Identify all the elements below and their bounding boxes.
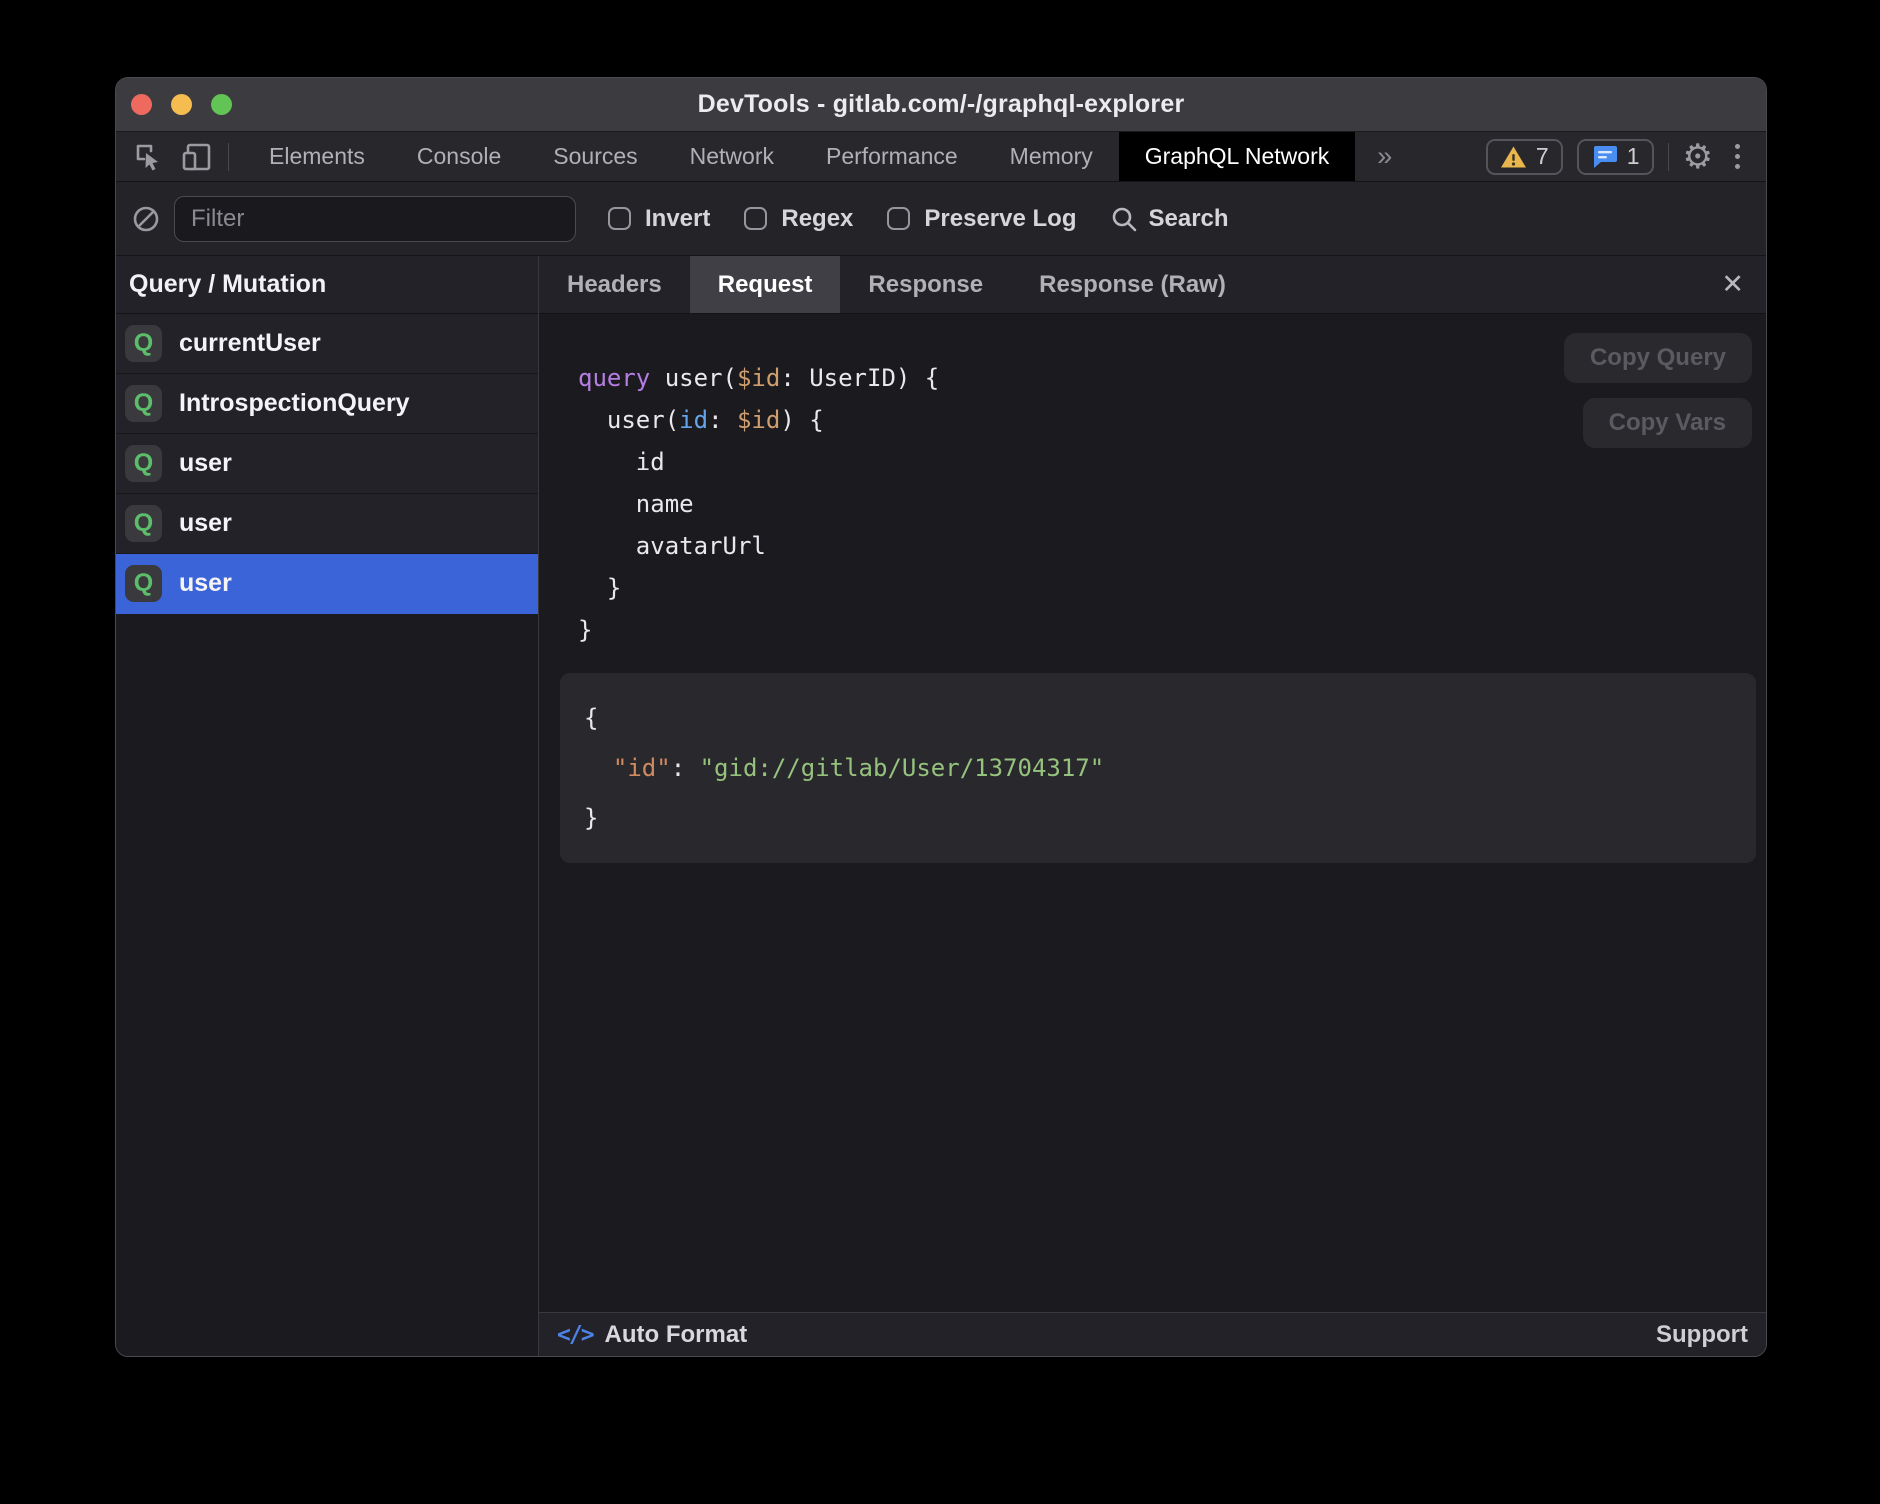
search-label: Search — [1148, 205, 1228, 233]
checkbox-invert[interactable]: Invert — [608, 205, 710, 233]
message-count: 1 — [1627, 143, 1640, 170]
checkbox-label: Preserve Log — [924, 205, 1076, 233]
code-line: "id": "gid://gitlab/User/13704317" — [584, 743, 1732, 793]
code-line: name — [578, 483, 1766, 525]
tab-graphql-network[interactable]: GraphQL Network — [1119, 132, 1356, 181]
graphql-variables-box: { "id": "gid://gitlab/User/13704317"} — [560, 673, 1756, 863]
toolbar-separator — [228, 143, 229, 171]
tab-response[interactable]: Response — [840, 256, 1011, 313]
search-icon — [1110, 205, 1138, 233]
query-name: IntrospectionQuery — [179, 389, 410, 418]
badge-separator — [1668, 143, 1669, 171]
request-content: query user($id: UserID) { user(id: $id) … — [539, 314, 1766, 1312]
copy-buttons: Copy Query Copy Vars — [1564, 333, 1752, 448]
tab-request[interactable]: Request — [690, 256, 841, 313]
tab-headers[interactable]: Headers — [539, 256, 690, 313]
query-type-badge: Q — [125, 445, 162, 482]
status-bar: </> Auto Format Support — [539, 1312, 1766, 1356]
devtools-tab-bar: ElementsConsoleSourcesNetworkPerformance… — [116, 132, 1766, 182]
auto-format-icon: </> — [557, 1322, 593, 1348]
code-line: } — [578, 567, 1766, 609]
auto-format-button[interactable]: Auto Format — [605, 1321, 748, 1349]
tab-response-raw[interactable]: Response (Raw) — [1011, 256, 1254, 313]
warning-count: 7 — [1536, 143, 1549, 170]
tabbar-right-controls: 7 1 ⚙ — [1486, 132, 1766, 181]
query-list-panel: Query / Mutation QcurrentUserQIntrospect… — [116, 256, 538, 1356]
tab-network[interactable]: Network — [664, 132, 800, 181]
query-list-item[interactable]: Quser — [116, 494, 538, 554]
query-list-item[interactable]: Q IntrospectionQuery — [116, 374, 538, 434]
query-name: user — [179, 569, 232, 598]
code-line: } — [584, 793, 1732, 843]
request-panel: HeadersRequestResponseResponse (Raw) ✕ qu… — [539, 256, 1766, 1356]
checkbox-label: Invert — [645, 205, 710, 233]
request-tabs: HeadersRequestResponseResponse (Raw) ✕ — [539, 256, 1766, 314]
checkbox-preserve-log[interactable]: Preserve Log — [887, 205, 1076, 233]
issues-badge[interactable]: 1 — [1577, 139, 1654, 175]
support-link[interactable]: Support — [1656, 1321, 1748, 1349]
tab-sources[interactable]: Sources — [527, 132, 663, 181]
query-list-item[interactable]: Quser — [116, 434, 538, 494]
settings-gear-icon[interactable]: ⚙ — [1683, 140, 1713, 174]
query-list-item[interactable]: QcurrentUser — [116, 314, 538, 374]
checkbox-label: Regex — [781, 205, 853, 233]
checkbox-box[interactable] — [608, 207, 631, 230]
inspect-element-icon[interactable] — [132, 140, 166, 174]
code-line: { — [584, 693, 1732, 743]
tab-console[interactable]: Console — [391, 132, 527, 181]
checkbox-box[interactable] — [887, 207, 910, 230]
code-line: avatarUrl — [578, 525, 1766, 567]
copy-query-button[interactable]: Copy Query — [1564, 333, 1752, 383]
code-line: } — [578, 609, 1766, 651]
device-toolbar-icon[interactable] — [180, 140, 214, 174]
query-name: user — [179, 449, 232, 478]
more-tabs-chevron-icon[interactable]: » — [1355, 132, 1414, 181]
tab-elements[interactable]: Elements — [243, 132, 391, 181]
tab-memory[interactable]: Memory — [984, 132, 1119, 181]
window-title: DevTools - gitlab.com/-/graphql-explorer — [116, 90, 1766, 119]
warnings-badge[interactable]: 7 — [1486, 139, 1563, 175]
filter-checkboxes: Invert Regex Preserve Log — [608, 205, 1076, 233]
query-type-badge: Q — [125, 565, 162, 602]
clear-filter-icon[interactable] — [132, 205, 160, 233]
search-control[interactable]: Search — [1110, 205, 1228, 233]
checkbox-box[interactable] — [744, 207, 767, 230]
checkbox-regex[interactable]: Regex — [744, 205, 853, 233]
tab-performance[interactable]: Performance — [800, 132, 984, 181]
query-list: QcurrentUserQIntrospectionQueryQuserQuse… — [116, 314, 538, 614]
query-name: user — [179, 509, 232, 538]
devtools-tabs: ElementsConsoleSourcesNetworkPerformance… — [243, 132, 1355, 181]
more-options-kebab-icon[interactable] — [1727, 144, 1748, 169]
query-name: currentUser — [179, 329, 321, 358]
filter-input[interactable] — [174, 196, 576, 242]
warning-icon — [1500, 145, 1527, 169]
filter-bar: Invert Regex Preserve Log Search — [116, 182, 1766, 256]
query-type-badge: Q — [125, 325, 162, 362]
devtools-window: DevTools - gitlab.com/-/graphql-explorer… — [115, 77, 1767, 1357]
copy-vars-button[interactable]: Copy Vars — [1583, 398, 1752, 448]
query-type-badge: Q — [125, 505, 162, 542]
title-bar: DevTools - gitlab.com/-/graphql-explorer — [116, 78, 1766, 132]
close-detail-icon[interactable]: ✕ — [1699, 256, 1766, 313]
query-type-badge: Q — [125, 385, 162, 422]
main-split: Query / Mutation QcurrentUserQIntrospect… — [116, 256, 1766, 1356]
query-list-item[interactable]: Quser — [116, 554, 538, 614]
toolbar-icons — [116, 132, 243, 181]
message-icon — [1591, 144, 1618, 169]
query-list-header: Query / Mutation — [116, 256, 538, 314]
